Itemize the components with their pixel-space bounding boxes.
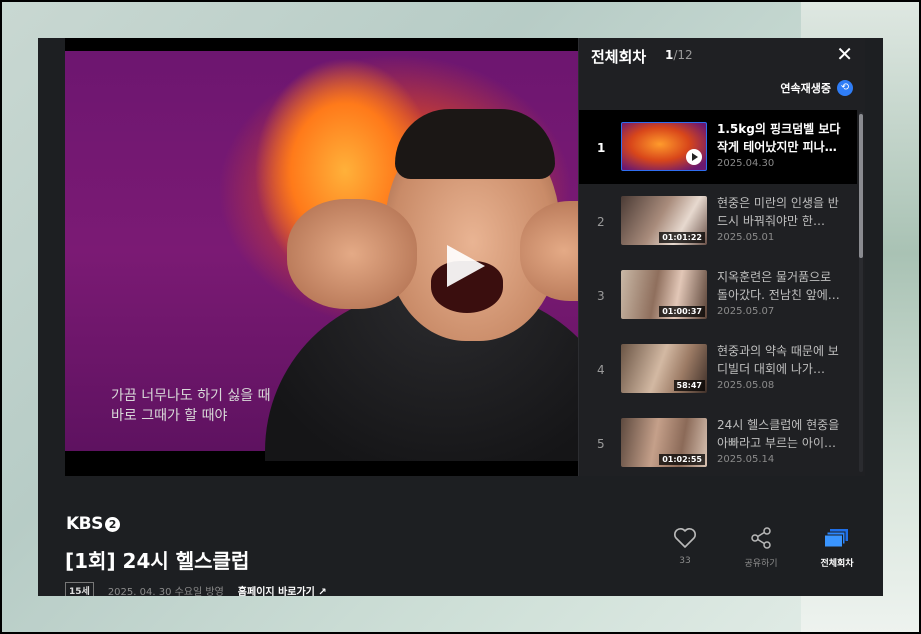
share-label: 공유하기 (744, 559, 778, 569)
episode-title: 현중과의 약속 때문에 보디빌더 대회에 나가… (717, 344, 839, 376)
episode-counter: 1/12 (665, 48, 693, 62)
player-container: 가끔 너무나도 하기 싫을 때 바로 그때가 할 때야 전체회차 1/12 ✕ … (38, 38, 883, 596)
episode-date: 2025.04.30 (717, 158, 775, 169)
episode-title: 현중은 미란의 인생을 반드시 바꿔줘야만 한… (717, 196, 839, 228)
age-rating-badge: 15세 (65, 582, 94, 596)
duration-badge: 58:47 (673, 380, 705, 391)
episode-item[interactable]: 4 58:47 현중과의 약속 때문에 보디빌더 대회에 나가… 2025.05… (579, 332, 857, 406)
episode-date: 2025.05.01 (717, 232, 775, 243)
share-icon (737, 524, 785, 552)
episode-number: 3 (597, 289, 605, 303)
action-bar: 33 공유하기 전체회차 (661, 524, 861, 569)
program-title: [1회] 24시 헬스클럽 (65, 549, 250, 573)
logo-mark: 2 (104, 517, 120, 532)
fist-left (287, 199, 417, 309)
episode-title: 1.5kg의 핑크덤벨 보다 작게 테어났지만 피나… (717, 122, 841, 154)
repeat-icon: ⟲ (837, 80, 853, 96)
episode-item[interactable]: 5 01:02:55 24시 헬스클럽에 현중을 아빠라고 부르는 아이… 20… (579, 406, 857, 480)
episode-number: 2 (597, 215, 605, 229)
episode-date: 2025.05.08 (717, 380, 775, 391)
like-count: 33 (679, 556, 691, 566)
panel-title: 전체회차 (591, 48, 647, 66)
episodes-stack-icon (813, 524, 861, 552)
subtitle-line-2: 바로 그때가 할 때야 (111, 408, 228, 424)
episode-item[interactable]: 1 1.5kg의 핑크덤벨 보다 작게 테어났지만 피나… 2025.04.30 (579, 110, 857, 184)
episodes-label: 전체회차 (820, 559, 854, 569)
homepage-link[interactable]: 홈페이지 바로가기 ↗ (238, 583, 327, 596)
heart-icon (661, 524, 709, 552)
episode-thumbnail: 01:02:55 (621, 418, 707, 467)
episode-title: 24시 헬스클럽에 현중을 아빠라고 부르는 아이… (717, 418, 840, 450)
episode-list: 1 1.5kg의 핑크덤벨 보다 작게 테어났지만 피나… 2025.04.30… (579, 110, 857, 480)
air-date: 2025. 04. 30 수요일 방영 (107, 587, 224, 596)
episode-thumbnail: 01:00:37 (621, 270, 707, 319)
episode-number: 5 (597, 437, 605, 451)
broadcaster-logo: KBS 2 (66, 514, 120, 534)
close-icon[interactable]: ✕ (836, 44, 853, 64)
scrollbar-thumb[interactable] (859, 114, 863, 258)
duration-badge: 01:02:55 (659, 454, 705, 465)
video-player[interactable]: 가끔 너무나도 하기 싫을 때 바로 그때가 할 때야 (65, 38, 617, 476)
logo-text: KBS (66, 514, 103, 534)
episode-thumbnail: 01:01:22 (621, 196, 707, 245)
program-meta: 15세 2025. 04. 30 수요일 방영 홈페이지 바로가기 ↗ (65, 582, 327, 596)
like-button[interactable]: 33 (661, 524, 709, 569)
video-frame: 가끔 너무나도 하기 싫을 때 바로 그때가 할 때야 (65, 51, 617, 461)
episode-panel: 전체회차 1/12 ✕ 연속재생중 ⟲ 1 1.5kg의 핑크덤벨 보다 작게 … (578, 38, 865, 476)
episode-item[interactable]: 2 01:01:22 현중은 미란의 인생을 반드시 바꿔줘야만 한… 2025… (579, 184, 857, 258)
episode-item[interactable]: 3 01:00:37 지옥훈련은 물거품으로 돌아갔다. 전남친 앞에… 202… (579, 258, 857, 332)
play-icon (686, 149, 702, 165)
total-episodes: /12 (673, 48, 693, 62)
share-button[interactable]: 공유하기 (737, 524, 785, 569)
episodes-button[interactable]: 전체회차 (813, 524, 861, 569)
subtitle-line-1: 가끔 너무나도 하기 싫을 때 (111, 388, 271, 404)
duration-badge: 01:00:37 (659, 306, 705, 317)
autoplay-label: 연속재생중 (780, 82, 831, 95)
autoplay-toggle[interactable]: 연속재생중 ⟲ (780, 80, 853, 96)
episode-date: 2025.05.14 (717, 454, 775, 465)
episode-title: 지옥훈련은 물거품으로 돌아갔다. 전남친 앞에… (717, 270, 840, 302)
duration-badge: 01:01:22 (659, 232, 705, 243)
person-hair (395, 109, 555, 179)
video-subtitle: 가끔 너무나도 하기 싫을 때 바로 그때가 할 때야 (111, 386, 270, 426)
episode-number: 4 (597, 363, 605, 377)
episode-thumbnail (621, 122, 707, 171)
episode-number: 1 (597, 141, 606, 155)
episode-thumbnail: 58:47 (621, 344, 707, 393)
play-icon[interactable] (447, 245, 485, 287)
episode-date: 2025.05.07 (717, 306, 775, 317)
